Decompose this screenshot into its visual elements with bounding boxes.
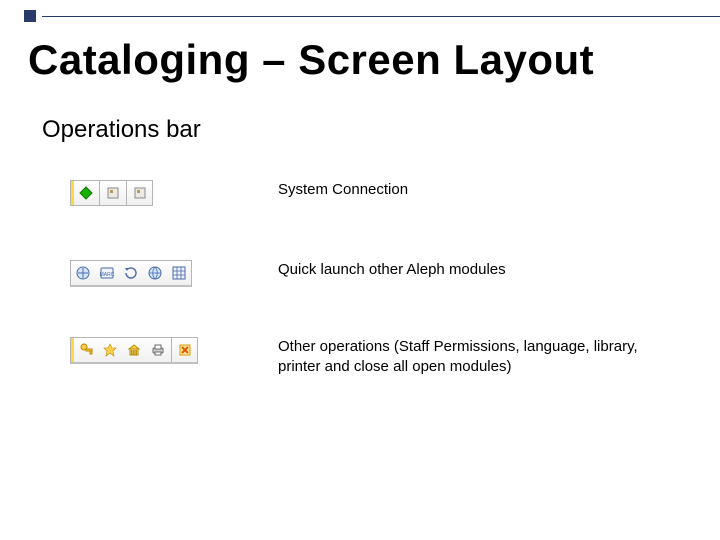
title-bullet-icon — [24, 10, 36, 22]
row-description: Quick launch other Aleph modules — [270, 260, 680, 280]
toolbar-grip-icon — [71, 181, 74, 205]
row-description: Other operations (Staff Permissions, lan… — [270, 337, 680, 378]
row-description: System Connection — [270, 180, 680, 200]
language-button[interactable] — [99, 339, 121, 361]
quick-launch-toolbar: MARC — [70, 260, 192, 287]
module-ill-button[interactable] — [144, 262, 166, 284]
section-subtitle: Operations bar — [42, 116, 201, 144]
row-system-connection: System Connection — [70, 180, 680, 210]
module-acquisitions-button[interactable] — [72, 262, 94, 284]
library-button[interactable] — [123, 339, 145, 361]
toolbar-grip-icon — [71, 338, 74, 362]
row-other-operations: Other operations (Staff Permissions, lan… — [70, 337, 680, 378]
module-circulation-button[interactable] — [120, 262, 142, 284]
toolbar-separator — [99, 181, 100, 205]
toolbar-separator — [126, 181, 127, 205]
toolbar-cell — [70, 337, 270, 367]
svg-text:MARC: MARC — [100, 272, 115, 278]
page-title: Cataloging – Screen Layout — [28, 36, 594, 84]
row-quick-launch: MARC Quick launch other Aleph modules — [70, 260, 680, 287]
other-operations-toolbar — [70, 337, 198, 364]
close-all-button[interactable] — [174, 339, 196, 361]
module-admin-button[interactable] — [168, 262, 190, 284]
toolbar-cell — [70, 180, 270, 210]
module-marc-button[interactable]: MARC — [96, 262, 118, 284]
title-rule — [42, 16, 720, 17]
operations-list: System Connection MARC — [70, 180, 680, 428]
toolbar-separator — [171, 338, 172, 362]
system-connection-toolbar — [70, 180, 153, 206]
server-b-button[interactable] — [129, 182, 151, 204]
slide: Cataloging – Screen Layout Operations ba… — [0, 0, 720, 540]
connected-indicator-icon[interactable] — [75, 182, 97, 204]
toolbar-cell: MARC — [70, 260, 270, 287]
server-a-button[interactable] — [102, 182, 124, 204]
staff-permissions-button[interactable] — [75, 339, 97, 361]
printer-button[interactable] — [147, 339, 169, 361]
